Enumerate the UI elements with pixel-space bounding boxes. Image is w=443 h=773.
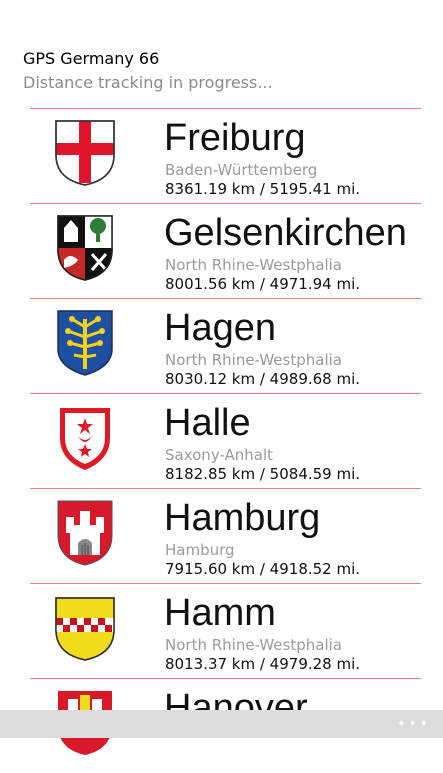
freiburg-crest-icon bbox=[55, 120, 115, 186]
gelsenkirchen-crest-icon bbox=[57, 215, 113, 281]
app-header: GPS Germany 66 Distance tracking in prog… bbox=[23, 48, 273, 94]
city-distance: 8030.12 km / 4989.68 mi. bbox=[165, 370, 361, 388]
city-name: Hamm bbox=[164, 592, 276, 634]
halle-crest-icon bbox=[60, 408, 110, 470]
hagen-crest-icon bbox=[57, 310, 113, 376]
city-state: North Rhine-Westphalia bbox=[165, 256, 342, 274]
city-state: North Rhine-Westphalia bbox=[165, 351, 342, 369]
city-name: Freiburg bbox=[164, 117, 306, 159]
city-name: Halle bbox=[164, 402, 251, 444]
city-row-halle[interactable]: Halle Saxony-Anhalt 8182.85 km / 5084.59… bbox=[30, 393, 421, 488]
city-list: Freiburg Baden-Württemberg 8361.19 km / … bbox=[0, 108, 443, 773]
city-state: Hamburg bbox=[165, 541, 235, 559]
city-row-gelsenkirchen[interactable]: Gelsenkirchen North Rhine-Westphalia 800… bbox=[30, 203, 421, 298]
city-row-hagen[interactable]: Hagen North Rhine-Westphalia 8030.12 km … bbox=[30, 298, 421, 393]
city-state: North Rhine-Westphalia bbox=[165, 636, 342, 654]
city-row-hamm[interactable]: Hamm North Rhine-Westphalia 8013.37 km /… bbox=[30, 583, 421, 678]
city-name: Hamburg bbox=[164, 497, 321, 539]
hamm-crest-icon bbox=[55, 597, 115, 661]
app-bar: ••• bbox=[0, 710, 443, 738]
city-distance: 8013.37 km / 4979.28 mi. bbox=[165, 655, 361, 673]
app-title: GPS Germany 66 bbox=[23, 49, 160, 68]
city-state: Baden-Württemberg bbox=[165, 161, 318, 179]
city-distance: 7915.60 km / 4918.52 mi. bbox=[165, 560, 361, 578]
city-name: Gelsenkirchen bbox=[164, 212, 407, 254]
hamburg-crest-icon bbox=[57, 500, 113, 566]
more-options-button[interactable]: ••• bbox=[397, 716, 431, 732]
city-row-freiburg[interactable]: Freiburg Baden-Württemberg 8361.19 km / … bbox=[30, 108, 421, 203]
city-distance: 8361.19 km / 5195.41 mi. bbox=[165, 180, 361, 198]
city-distance: 8182.85 km / 5084.59 mi. bbox=[165, 465, 361, 483]
city-distance: 8001.56 km / 4971.94 mi. bbox=[165, 275, 361, 293]
tracking-status: Distance tracking in progress... bbox=[23, 73, 273, 92]
city-row-hamburg[interactable]: Hamburg Hamburg 7915.60 km / 4918.52 mi. bbox=[30, 488, 421, 583]
city-name: Hagen bbox=[164, 307, 276, 349]
city-state: Saxony-Anhalt bbox=[165, 446, 274, 464]
